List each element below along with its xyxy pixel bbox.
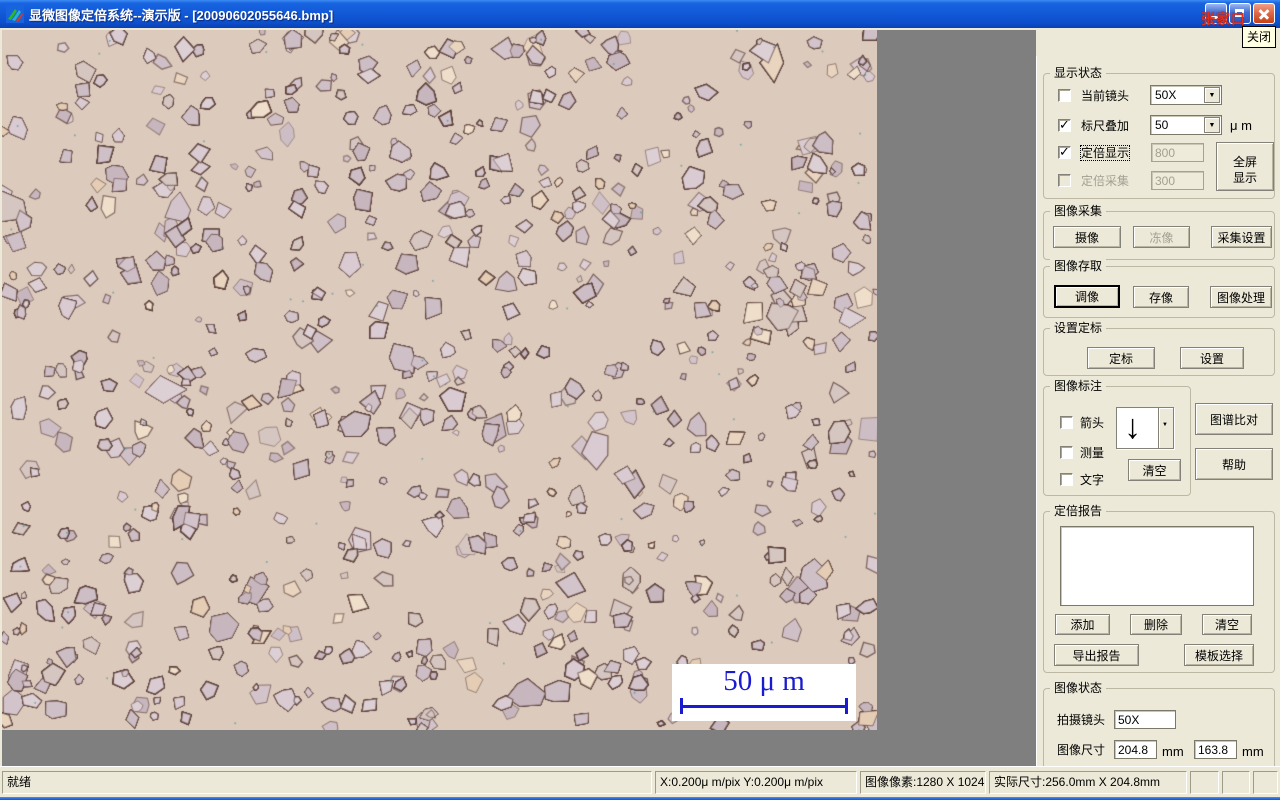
current-lens-checkbox[interactable] — [1058, 89, 1071, 102]
group-title: 定倍报告 — [1050, 504, 1107, 519]
ruler-unit-label: μ m — [1230, 118, 1252, 133]
annotation-clear-button[interactable]: 清空 — [1128, 459, 1181, 481]
micrograph-image[interactable]: 50 μ m — [2, 30, 877, 730]
image-process-button[interactable]: 图像处理 — [1210, 286, 1272, 308]
settings-button[interactable]: 设置 — [1180, 347, 1244, 369]
status-ready: 就绪 — [2, 771, 652, 794]
title-bar: 显微图像定倍系统--演示版 - [20090602055646.bmp] — [0, 0, 1280, 28]
group-storage: 图像存取 调像 存像 图像处理 — [1043, 259, 1275, 318]
ruler-value-combo[interactable]: 50 ▼ — [1150, 115, 1222, 135]
current-lens-label: 当前镜头 — [1081, 89, 1130, 103]
group-report: 定倍报告 添加 删除 清空 导出报告 模板选择 — [1043, 504, 1275, 673]
status-empty-cell — [1190, 771, 1219, 794]
fixed-capture-label: 定倍采集 — [1081, 174, 1130, 188]
image-viewer-area: 50 μ m — [2, 30, 1036, 766]
fixed-display-input: 800 — [1151, 143, 1204, 162]
load-image-button[interactable]: 调像 — [1054, 285, 1120, 308]
close-tooltip: 关闭 — [1242, 26, 1277, 48]
group-title: 设置定标 — [1050, 321, 1107, 336]
control-panel: 显示状态 当前镜头 50X ▼ 标尺叠加 50 ▼ μ m 定倍显示 800 定… — [1036, 56, 1280, 794]
group-title: 显示状态 — [1050, 66, 1107, 81]
fixed-capture-checkbox — [1058, 174, 1071, 187]
text-checkbox[interactable] — [1060, 473, 1073, 486]
group-display-status: 显示状态 当前镜头 50X ▼ 标尺叠加 50 ▼ μ m 定倍显示 800 定… — [1043, 66, 1275, 199]
fullscreen-button[interactable]: 全屏显示 — [1216, 142, 1274, 191]
capture-settings-button[interactable]: 采集设置 — [1211, 226, 1272, 248]
fixed-capture-input: 300 — [1151, 171, 1204, 190]
scale-bar-label: 50 μ m — [723, 665, 805, 697]
lens-value-field: 50X — [1114, 710, 1176, 729]
group-title: 图像标注 — [1050, 379, 1107, 394]
export-report-button[interactable]: 导出报告 — [1054, 644, 1139, 666]
current-lens-combo[interactable]: 50X ▼ — [1150, 85, 1222, 105]
report-clear-button[interactable]: 清空 — [1202, 614, 1252, 635]
report-add-button[interactable]: 添加 — [1055, 614, 1110, 635]
close-button[interactable] — [1253, 3, 1275, 24]
fixed-display-checkbox[interactable] — [1058, 144, 1071, 160]
group-title: 图像采集 — [1050, 204, 1107, 219]
fixed-display-label: 定倍显示 — [1079, 145, 1131, 161]
group-calibration: 设置定标 定标 设置 — [1043, 321, 1275, 376]
chevron-down-icon[interactable]: ▼ — [1204, 87, 1220, 103]
atlas-compare-button[interactable]: 图谱比对 — [1195, 403, 1273, 435]
app-icon — [6, 5, 24, 23]
arrow-checkbox[interactable] — [1060, 416, 1073, 429]
height-unit-label: mm — [1242, 744, 1264, 759]
report-delete-button[interactable]: 删除 — [1130, 614, 1182, 635]
width-unit-label: mm — [1162, 744, 1184, 759]
capture-button[interactable]: 摄像 — [1053, 226, 1121, 248]
status-image-pixels: 图像像素:1280 X 1024 — [860, 771, 986, 794]
width-value-field: 204.8 — [1114, 740, 1157, 759]
ruler-overlay-label: 标尺叠加 — [1081, 119, 1130, 133]
status-empty-cell — [1253, 771, 1278, 794]
client-area: 50 μ m 显示状态 当前镜头 50X ▼ 标尺叠加 50 ▼ μ m — [0, 28, 1280, 794]
ruler-overlay-checkbox[interactable] — [1058, 117, 1071, 133]
lens-label: 拍摄镜头 — [1057, 713, 1106, 727]
measure-checkbox[interactable] — [1060, 446, 1073, 459]
arrow-label: 箭头 — [1080, 416, 1105, 430]
micrograph-canvas — [2, 30, 877, 730]
down-arrow-icon: ↓ — [1124, 408, 1141, 446]
status-empty-cell — [1222, 771, 1250, 794]
height-value-field: 163.8 — [1194, 740, 1237, 759]
arrow-style-combo[interactable]: ↓ — [1116, 407, 1174, 449]
help-button[interactable]: 帮助 — [1195, 448, 1273, 480]
chevron-down-icon[interactable] — [1158, 408, 1173, 448]
chevron-down-icon[interactable]: ▼ — [1204, 117, 1220, 133]
group-image-status: 图像状态 拍摄镜头 50X 图像尺寸 204.8 mm 163.8 mm — [1043, 681, 1275, 770]
status-pixel-scale: X:0.200μ m/pix Y:0.200μ m/pix — [655, 771, 857, 794]
template-select-button[interactable]: 模板选择 — [1184, 644, 1254, 666]
scale-bar-line — [680, 705, 848, 708]
calibrate-button[interactable]: 定标 — [1087, 347, 1155, 369]
group-title: 图像状态 — [1050, 681, 1107, 696]
group-annotation: 图像标注 箭头 测量 文字 ↓ 清空 — [1043, 379, 1191, 496]
status-actual-size: 实际尺寸:256.0mm X 204.8mm — [989, 771, 1187, 794]
app-window: { "window": { "title": "显微图像定倍系统--演示版 - … — [0, 0, 1280, 800]
text-label: 文字 — [1080, 473, 1105, 487]
status-bar: 就绪 X:0.200μ m/pix Y:0.200μ m/pix 图像像素:12… — [0, 766, 1280, 797]
group-capture: 图像采集 摄像 冻像 采集设置 — [1043, 204, 1275, 260]
group-title: 图像存取 — [1050, 259, 1107, 274]
freeze-button: 冻像 — [1133, 226, 1190, 248]
save-image-button[interactable]: 存像 — [1133, 286, 1189, 308]
measure-label: 测量 — [1080, 446, 1105, 460]
scale-bar-overlay: 50 μ m — [672, 664, 856, 721]
watermark-text: 张家口 — [1201, 11, 1246, 27]
window-title: 显微图像定倍系统--演示版 - [20090602055646.bmp] — [29, 7, 334, 23]
report-listbox[interactable] — [1060, 526, 1254, 606]
size-label: 图像尺寸 — [1057, 743, 1106, 757]
